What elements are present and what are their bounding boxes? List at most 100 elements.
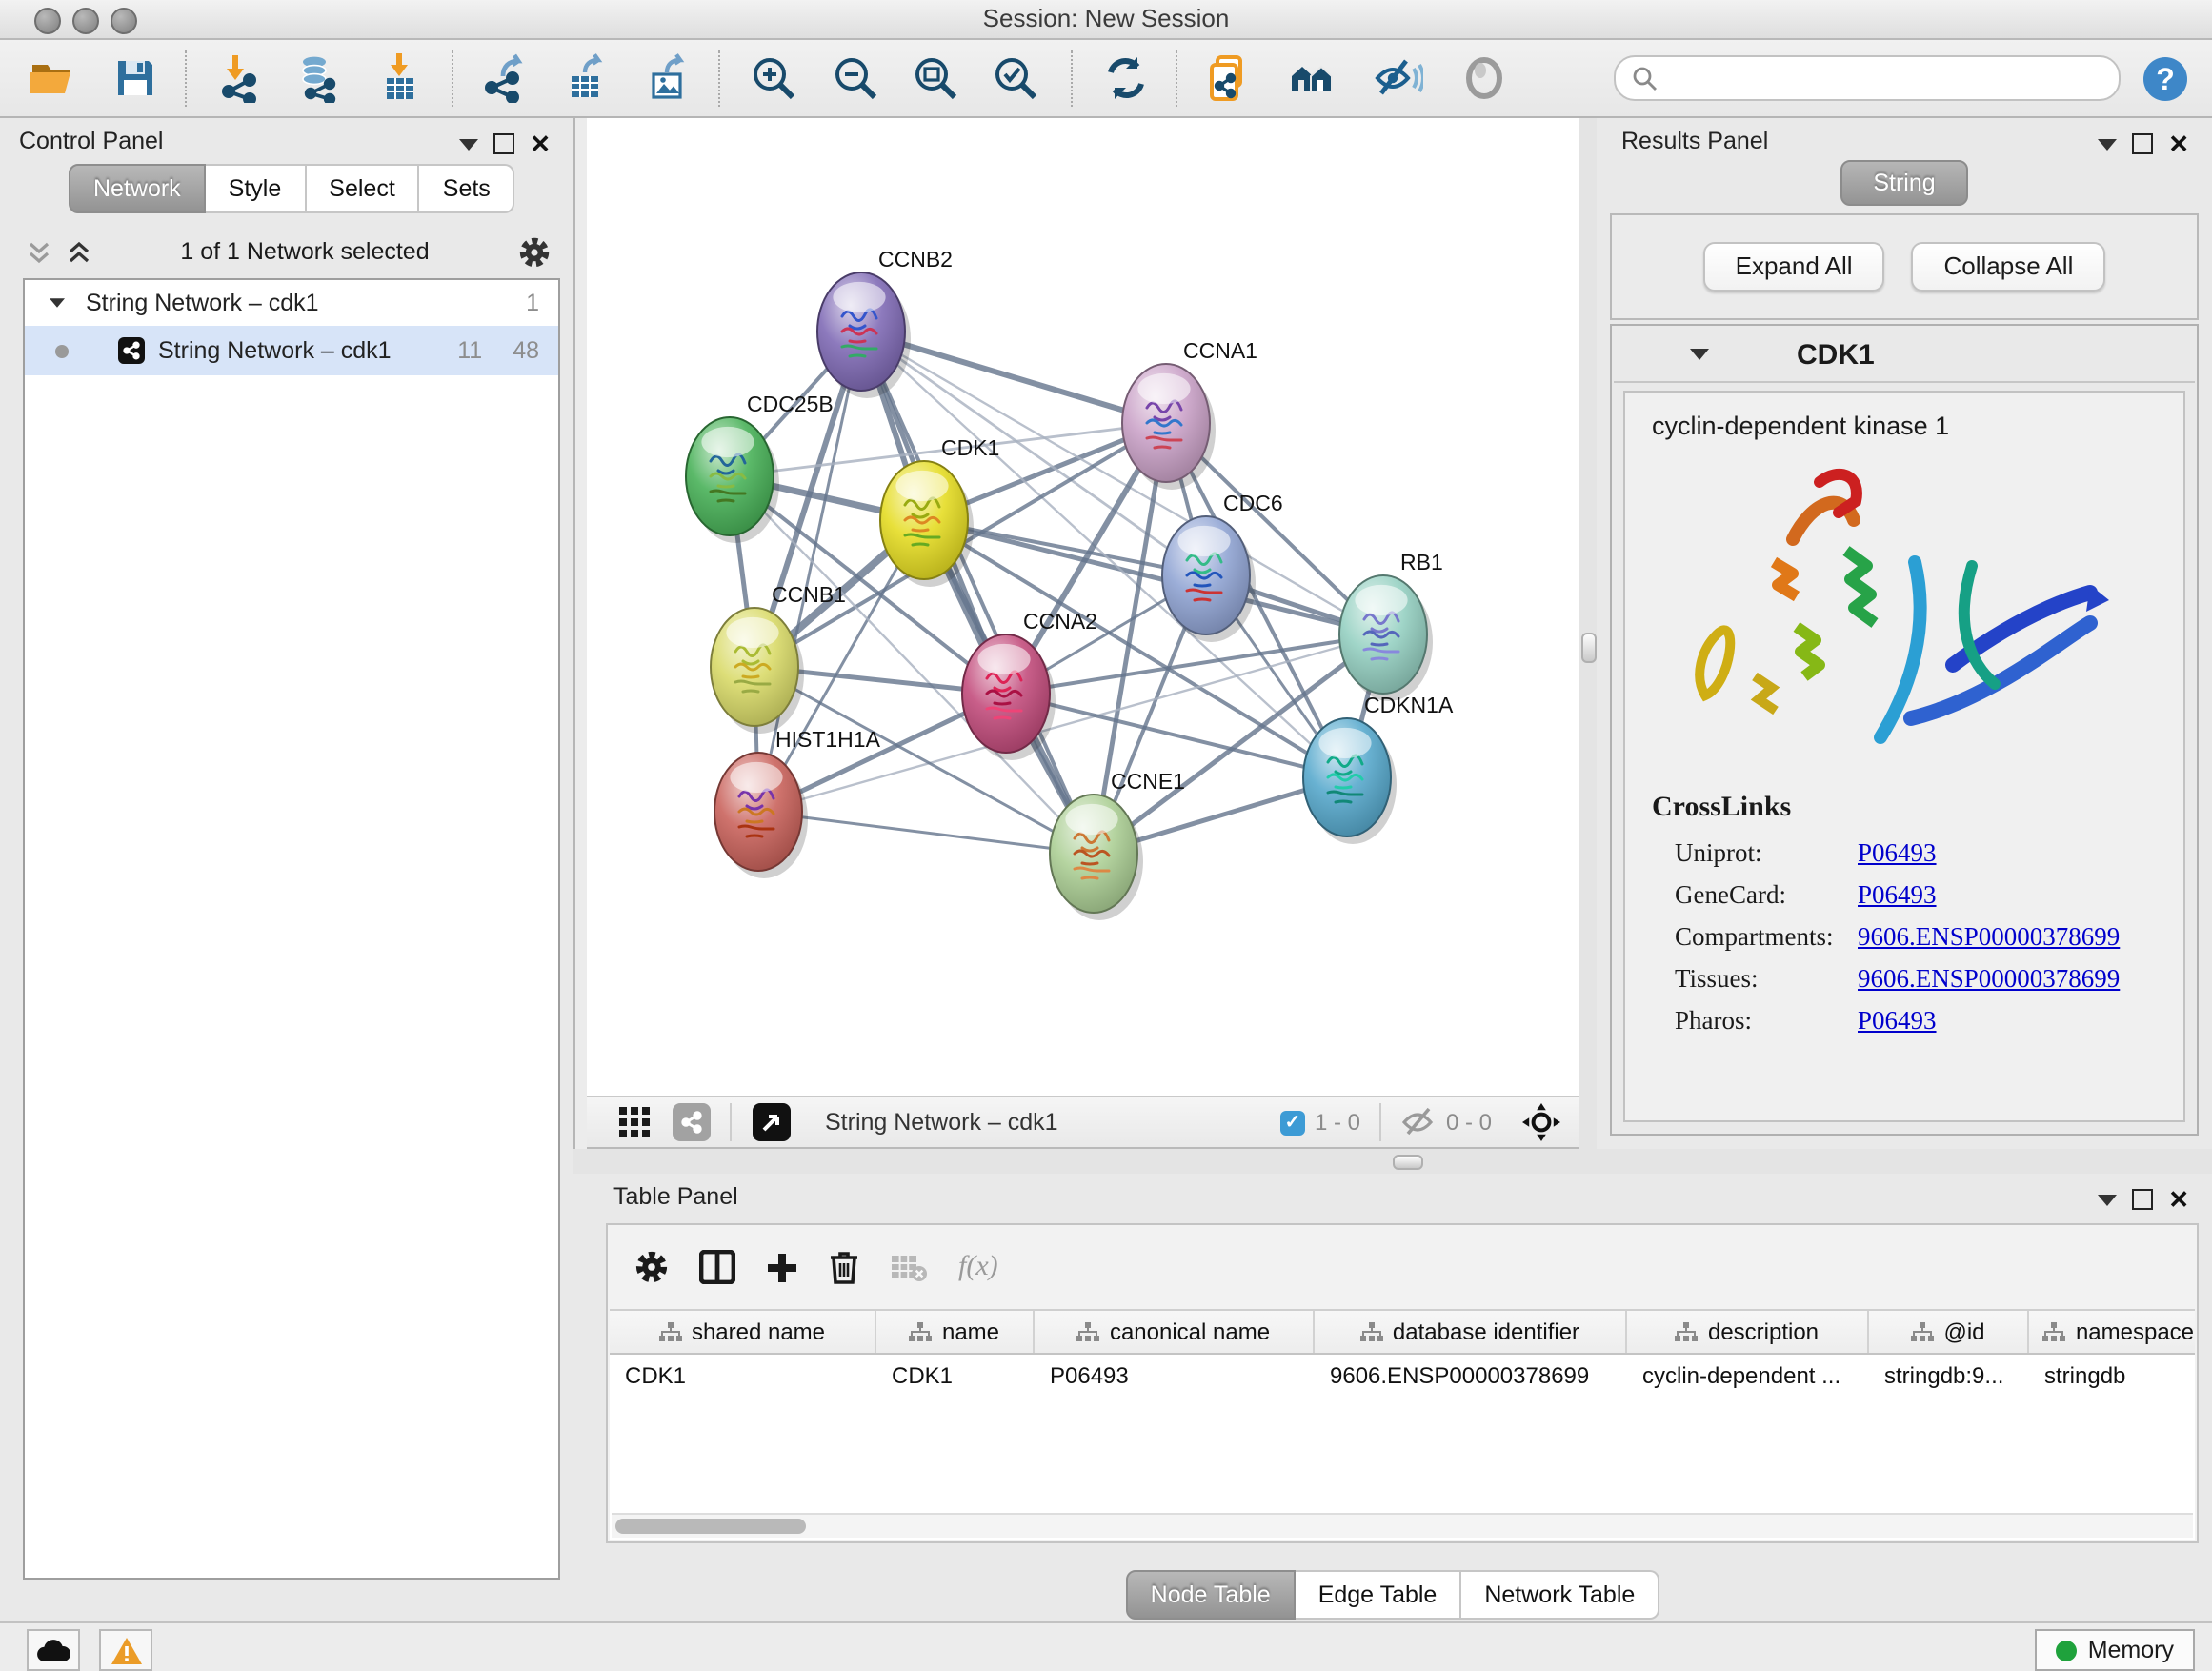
- table-settings-gear-icon[interactable]: [634, 1250, 669, 1284]
- export-image-button[interactable]: [644, 53, 694, 103]
- splitter-handle[interactable]: [1393, 1155, 1423, 1170]
- show-columns-icon[interactable]: [699, 1250, 735, 1284]
- edge-CCNB2-CCNE1[interactable]: [861, 332, 1094, 854]
- network-row[interactable]: String Network – cdk1 11 48: [25, 326, 558, 375]
- cloud-status-button[interactable]: [27, 1629, 80, 1671]
- tab-network-table[interactable]: Network Table: [1461, 1570, 1659, 1620]
- zoom-fit-button[interactable]: [911, 53, 960, 103]
- delete-trash-icon[interactable]: [829, 1250, 859, 1284]
- network-graph[interactable]: CCNB2CCNA1CDC25BCDK1CDC6RB1CCNB1CCNA2CDK…: [587, 118, 1579, 1096]
- table-panel: Table Panel ✕: [573, 1174, 2212, 1621]
- toolbar-separator: [1071, 50, 1075, 107]
- collapse-all-chevrons-icon[interactable]: [27, 239, 51, 264]
- close-panel-icon[interactable]: ✕: [2168, 1190, 2189, 1209]
- horizontal-splitter[interactable]: [573, 1149, 2212, 1174]
- hide-selected-button[interactable]: [1374, 53, 1423, 103]
- control-panel: Control Panel ✕ NetworkStyleSelectSets 1…: [0, 118, 575, 1621]
- crosslink-link[interactable]: P06493: [1858, 880, 1937, 911]
- tab-node-table[interactable]: Node Table: [1126, 1570, 1296, 1620]
- node-CCNE1[interactable]: CCNE1: [1050, 769, 1185, 920]
- grid-mode-icon[interactable]: [617, 1105, 652, 1139]
- column-header-database-identifier[interactable]: database identifier: [1315, 1311, 1627, 1353]
- hidden-eye-icon[interactable]: [1402, 1107, 1437, 1137]
- tab-edge-table[interactable]: Edge Table: [1296, 1570, 1462, 1620]
- close-panel-icon[interactable]: ✕: [2168, 134, 2189, 153]
- column-header-canonical-name[interactable]: canonical name: [1035, 1311, 1315, 1353]
- node-CCNB2[interactable]: CCNB2: [817, 247, 953, 398]
- column-label: shared name: [692, 1319, 825, 1345]
- column-header-id[interactable]: @id: [1869, 1311, 2029, 1353]
- node-label-CCNB1: CCNB1: [772, 582, 846, 607]
- float-panel-icon[interactable]: [493, 133, 514, 154]
- zoom-selected-button[interactable]: [991, 53, 1040, 103]
- column-header-name[interactable]: name: [876, 1311, 1035, 1353]
- float-panel-icon[interactable]: [2132, 133, 2153, 154]
- warnings-button[interactable]: [99, 1629, 152, 1671]
- toolbar-separator: [718, 50, 722, 107]
- import-network-database-button[interactable]: [293, 53, 343, 103]
- crosslink-link[interactable]: 9606.ENSP00000378699: [1858, 922, 2120, 953]
- crosslink-link[interactable]: 9606.ENSP00000378699: [1858, 964, 2120, 995]
- selected-count-badge: 1 - 0: [1315, 1109, 1360, 1136]
- search-input[interactable]: [1658, 63, 2103, 93]
- zoom-out-button[interactable]: [831, 53, 880, 103]
- column-type-icon: [659, 1321, 682, 1342]
- tab-sets[interactable]: Sets: [420, 164, 515, 213]
- gene-section-header[interactable]: CDK1: [1614, 328, 2195, 383]
- collapse-all-button[interactable]: Collapse All: [1912, 242, 2106, 292]
- selected-nodes-checkbox[interactable]: ✓: [1280, 1110, 1305, 1135]
- show-all-button[interactable]: [1459, 53, 1509, 103]
- network-collection-row[interactable]: String Network – cdk1 1: [25, 280, 558, 326]
- crosslink-link[interactable]: P06493: [1858, 1006, 1937, 1037]
- import-table-button[interactable]: [375, 53, 425, 103]
- node-CCNA1[interactable]: CCNA1: [1122, 338, 1257, 490]
- tab-string[interactable]: String: [1840, 160, 1967, 206]
- add-column-plus-icon[interactable]: [766, 1251, 798, 1283]
- node-CCNB1[interactable]: CCNB1: [711, 582, 846, 734]
- memory-button[interactable]: Memory: [2035, 1629, 2195, 1671]
- expand-all-chevrons-icon[interactable]: [67, 239, 91, 264]
- zoom-in-button[interactable]: [749, 53, 798, 103]
- export-network-button[interactable]: [480, 53, 530, 103]
- new-network-from-selection-button[interactable]: [1204, 53, 1254, 103]
- export-table-button[interactable]: [562, 53, 612, 103]
- section-expander-icon[interactable]: [1690, 349, 1709, 360]
- refresh-button[interactable]: [1101, 53, 1151, 103]
- splitter-handle[interactable]: [1581, 633, 1597, 663]
- panel-menu-icon[interactable]: [2098, 1194, 2117, 1205]
- open-session-button[interactable]: [27, 53, 76, 103]
- expand-all-button[interactable]: Expand All: [1703, 242, 1885, 292]
- table-row[interactable]: CDK1CDK1P064939606.ENSP00000378699cyclin…: [610, 1355, 2195, 1397]
- import-network-file-button[interactable]: [213, 53, 263, 103]
- table-tabs: Node TableEdge TableNetwork Table: [573, 1570, 2212, 1620]
- tab-style[interactable]: Style: [206, 164, 307, 213]
- node-RB1[interactable]: RB1: [1339, 550, 1443, 701]
- close-panel-icon[interactable]: ✕: [530, 134, 551, 153]
- fit-selection-crosshair-icon[interactable]: [1522, 1103, 1560, 1141]
- float-panel-icon[interactable]: [2132, 1189, 2153, 1210]
- tab-network[interactable]: Network: [69, 164, 206, 213]
- column-header-description[interactable]: description: [1627, 1311, 1869, 1353]
- network-view-mode-icon[interactable]: [673, 1103, 711, 1141]
- node-HIST1H1A[interactable]: HIST1H1A: [714, 727, 881, 878]
- vertical-splitter[interactable]: [1579, 118, 1597, 1149]
- help-button[interactable]: ?: [2140, 53, 2189, 103]
- crosslink-link[interactable]: P06493: [1858, 838, 1937, 869]
- panel-menu-icon[interactable]: [2098, 138, 2117, 150]
- tree-expander-icon[interactable]: [50, 298, 65, 308]
- save-session-button[interactable]: [111, 53, 160, 103]
- horizontal-scrollbar[interactable]: [612, 1513, 2193, 1538]
- node-label-CDKN1A: CDKN1A: [1364, 693, 1454, 717]
- column-header-shared-name[interactable]: shared name: [610, 1311, 876, 1353]
- node-CDK1[interactable]: CDK1: [880, 435, 999, 587]
- edge-HIST1H1A-CCNE1[interactable]: [758, 812, 1094, 854]
- scrollbar-thumb[interactable]: [615, 1519, 806, 1534]
- gear-icon[interactable]: [518, 235, 551, 268]
- home-button[interactable]: [1288, 53, 1337, 103]
- network-view-canvas[interactable]: CCNB2CCNA1CDC25BCDK1CDC6RB1CCNB1CCNA2CDK…: [587, 118, 1579, 1096]
- column-header-namespace[interactable]: namespace: [2029, 1311, 2195, 1353]
- node-CDKN1A[interactable]: CDKN1A: [1303, 693, 1454, 844]
- tab-select[interactable]: Select: [306, 164, 420, 213]
- birdseye-view-toggle[interactable]: [753, 1103, 791, 1141]
- panel-menu-icon[interactable]: [459, 138, 478, 150]
